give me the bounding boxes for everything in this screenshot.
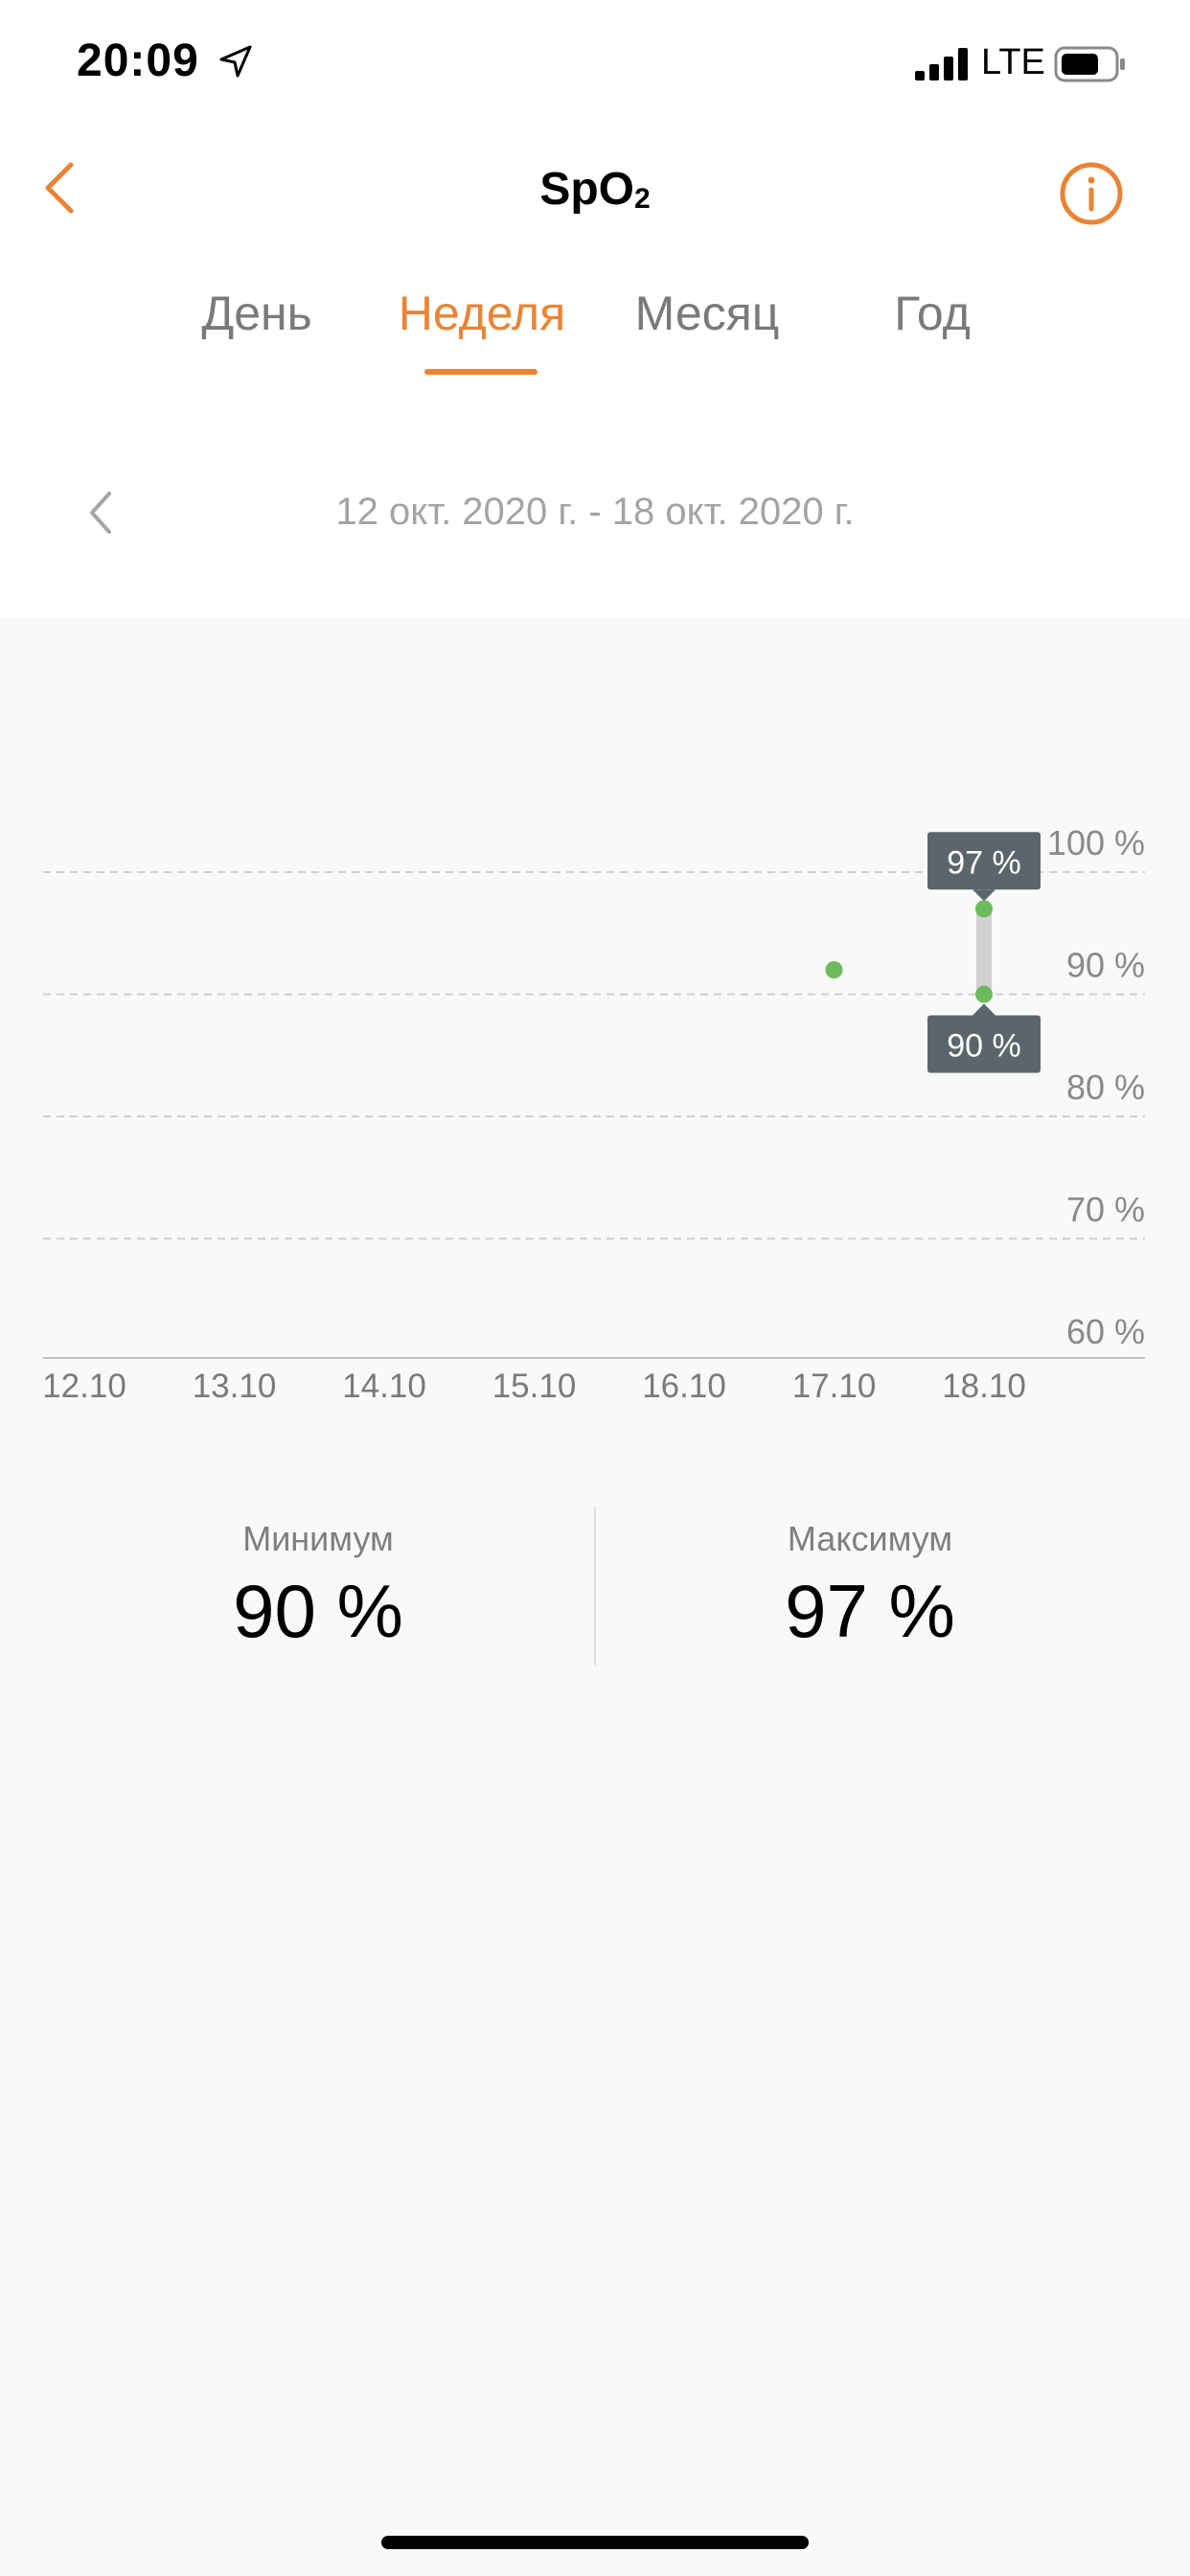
max-label: Максимум bbox=[787, 1519, 953, 1558]
data-point bbox=[975, 985, 993, 1003]
x-tick-label: 13.10 bbox=[193, 1368, 277, 1405]
signal-bars-icon bbox=[915, 48, 968, 80]
stats-divider bbox=[594, 1506, 596, 1666]
tab-month[interactable]: Месяц bbox=[621, 286, 793, 341]
date-range-label: 12 окт. 2020 г. - 18 окт. 2020 г. bbox=[335, 491, 855, 533]
y-tick-label: 80 % bbox=[1066, 1068, 1145, 1107]
min-label: Минимум bbox=[242, 1519, 394, 1558]
page-title: SpO2 bbox=[499, 163, 691, 216]
y-tick-label: 100 % bbox=[1047, 823, 1145, 862]
x-tick-label: 12.10 bbox=[42, 1368, 126, 1405]
tab-day[interactable]: День bbox=[180, 286, 333, 341]
value-label-pointer bbox=[973, 1003, 995, 1016]
y-tick-label: 70 % bbox=[1066, 1190, 1145, 1230]
x-tick-label: 18.10 bbox=[942, 1368, 1026, 1405]
x-tick-label: 16.10 bbox=[642, 1368, 726, 1405]
status-time: 20:09 bbox=[77, 35, 199, 86]
x-tick-label: 14.10 bbox=[342, 1368, 426, 1405]
y-tick-label: 90 % bbox=[1066, 946, 1145, 985]
spo2-chart: 100 % 90 % 80 % 70 % 60 % 12.10 13.10 14.10 15.… bbox=[42, 823, 1145, 1405]
data-point bbox=[825, 961, 843, 978]
x-tick-label: 17.10 bbox=[792, 1368, 877, 1405]
value-label: 97 % bbox=[947, 844, 1021, 881]
previous-period-icon[interactable] bbox=[82, 489, 121, 537]
home-indicator[interactable] bbox=[381, 2536, 809, 2549]
location-arrow-icon bbox=[219, 45, 252, 78]
network-type: LTE bbox=[981, 42, 1045, 82]
battery-icon bbox=[1054, 46, 1125, 82]
range-bar bbox=[976, 908, 992, 995]
value-label-pointer bbox=[973, 889, 995, 902]
y-tick-label: 60 % bbox=[1066, 1312, 1145, 1351]
max-value: 97 % bbox=[785, 1569, 955, 1653]
info-circle-icon[interactable] bbox=[1059, 161, 1124, 226]
value-label: 90 % bbox=[947, 1028, 1021, 1065]
chevron-left-icon[interactable] bbox=[38, 159, 80, 217]
min-value: 90 % bbox=[233, 1569, 403, 1653]
tab-week[interactable]: Неделя bbox=[381, 286, 583, 341]
data-point bbox=[975, 900, 993, 918]
title-main: SpO bbox=[539, 164, 634, 215]
tab-year[interactable]: Год bbox=[860, 286, 1004, 341]
x-tick-label: 15.10 bbox=[492, 1368, 577, 1405]
title-subscript: 2 bbox=[633, 183, 651, 215]
active-tab-indicator bbox=[424, 369, 538, 375]
